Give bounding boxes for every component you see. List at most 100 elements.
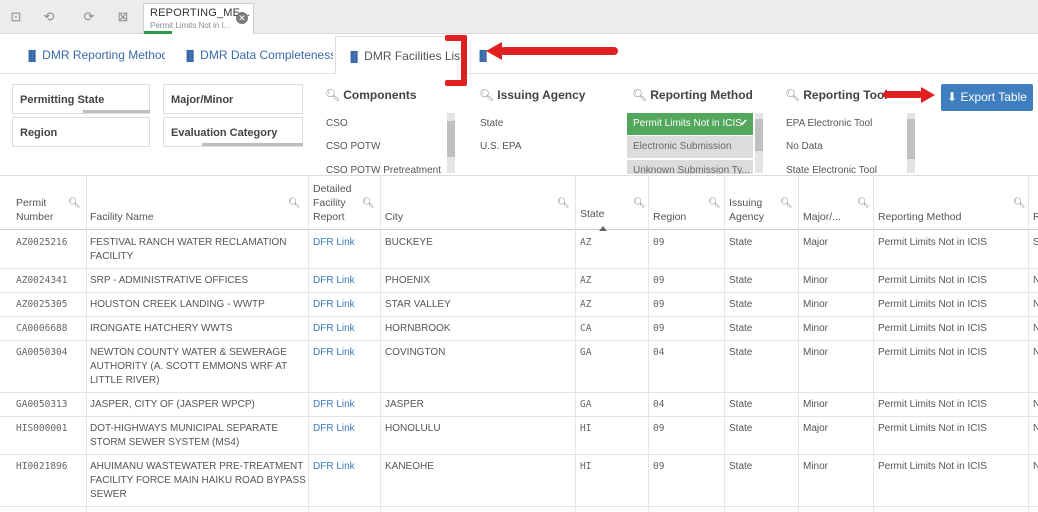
reporting-tool-title: 🔍︎ Reporting Tool: [785, 88, 888, 102]
list-item[interactable]: State: [474, 113, 604, 135]
search-icon[interactable]: 🔍︎: [785, 88, 800, 102]
clear-selections-icon[interactable]: ⊠: [114, 8, 132, 26]
cell-major-minor: Minor: [803, 399, 829, 410]
sheet-tabs: ▐▌ DMR Reporting Method ▐▌ DMR Data Comple…: [0, 36, 1038, 74]
table-row[interactable]: GA0050313 JASPER, CITY OF (JASPER WPCP) DF…: [0, 393, 1038, 417]
list-item[interactable]: CSO POTW Pretreatment: [320, 160, 445, 174]
dfr-link[interactable]: DFR Link: [313, 274, 355, 288]
search-icon[interactable]: 🔍︎: [708, 198, 721, 209]
cell-reporting-tool: N: [1033, 275, 1038, 286]
cell-permit-number: GA0050313: [16, 399, 68, 410]
table-row[interactable]: IA0053342SHERWOOD FORESTDFR LinkOKOBOJII…: [0, 507, 1038, 512]
bar-chart-icon: ▐▌: [347, 52, 362, 63]
cell-reporting-method: Permit Limits Not in ICIS: [878, 299, 987, 310]
filter-permitting-state[interactable]: Permitting State: [12, 84, 150, 114]
col-detailed-facility-report[interactable]: Detailed Facility Report: [313, 182, 352, 224]
list-item[interactable]: CSO: [320, 113, 445, 135]
close-icon[interactable]: ✕: [236, 12, 248, 24]
dfr-link[interactable]: DFR Link: [313, 460, 355, 474]
column-separator: [86, 175, 87, 512]
cell-reporting-method: Permit Limits Not in ICIS: [878, 323, 987, 334]
facility-name-line: SEWER: [90, 489, 127, 500]
col-region[interactable]: Region: [653, 210, 686, 224]
cell-city: STAR VALLEY: [385, 299, 451, 310]
step-back-icon[interactable]: ⟲: [40, 8, 58, 26]
reporting-method-scrollbar[interactable]: [755, 113, 763, 173]
filter-evaluation-category[interactable]: Evaluation Category: [163, 117, 303, 147]
step-forward-icon[interactable]: ⟳: [80, 8, 98, 26]
filter-region[interactable]: Region: [12, 117, 150, 147]
search-icon[interactable]: 🔍︎: [857, 198, 870, 209]
smart-search-icon[interactable]: ⊡: [7, 8, 25, 26]
cell-region: 04: [653, 399, 665, 410]
reporting-tool-scrollbar[interactable]: [907, 113, 915, 173]
cell-permit-number: GA0050304: [16, 347, 68, 358]
column-separator: [648, 175, 649, 512]
cell-state: CA: [580, 323, 592, 334]
facility-name-line: FESTIVAL RANCH WATER RECLAMATION: [90, 237, 287, 248]
filter-major-minor[interactable]: Major/Minor: [163, 84, 303, 114]
dfr-link[interactable]: DFR Link: [313, 398, 355, 412]
cell-issuing-agency: State: [729, 323, 753, 334]
search-icon[interactable]: 🔍︎: [632, 88, 647, 102]
cell-city: HONOLULU: [385, 423, 441, 434]
cell-reporting-method: Permit Limits Not in ICIS: [878, 461, 987, 472]
table-row[interactable]: HI0021896 AHUIMANU WASTEWATER PRE-TREATME…: [0, 455, 1038, 507]
dfr-link[interactable]: DFR Link: [313, 298, 355, 312]
cell-permit-number: HIS000001: [16, 423, 68, 434]
list-item-alternative[interactable]: Electronic Submission: [627, 136, 753, 158]
col-facility-name[interactable]: Facility Name: [90, 210, 154, 224]
table-row[interactable]: AZ0025305 HOUSTON CREEK LANDING - WWTP DFR…: [0, 293, 1038, 317]
search-icon[interactable]: 🔍︎: [1013, 198, 1026, 209]
top-toolbar: ⊡ ⟲ ⟳ ⊠ REPORTING_ME... Permit Limits No…: [0, 0, 1038, 34]
list-item[interactable]: CSO POTW: [320, 136, 445, 158]
cell-state: GA: [580, 399, 592, 410]
bar-chart-icon: ▐▌: [25, 51, 40, 62]
dfr-link[interactable]: DFR Link: [313, 322, 355, 336]
dfr-link[interactable]: DFR Link: [313, 346, 355, 360]
tab-dmr-reporting-method[interactable]: ▐▌ DMR Reporting Method: [25, 36, 165, 74]
search-icon[interactable]: 🔍︎: [479, 88, 494, 102]
col-issuing-agency[interactable]: Issuing Agency: [729, 196, 764, 224]
dfr-link[interactable]: DFR Link: [313, 422, 355, 436]
search-icon[interactable]: 🔍︎: [633, 198, 646, 209]
cell-city: HORNBROOK: [385, 323, 451, 334]
list-item[interactable]: No Data: [780, 136, 902, 158]
cell-region: 09: [653, 423, 665, 434]
table-row[interactable]: AZ0025216 FESTIVAL RANCH WATER RECLAMATIO…: [0, 231, 1038, 269]
search-icon[interactable]: 🔍︎: [557, 198, 570, 209]
cell-facility-name: JASPER, CITY OF (JASPER WPCP): [90, 398, 255, 412]
current-selection-tab[interactable]: REPORTING_ME... Permit Limits Not in I..…: [143, 3, 254, 34]
col-city[interactable]: City: [385, 210, 403, 224]
table-row[interactable]: GA0050304 NEWTON COUNTY WATER & SEWERAGE A…: [0, 341, 1038, 393]
tab-dmr-data-completeness[interactable]: ▐▌ DMR Data Completeness: [183, 36, 333, 74]
search-icon[interactable]: 🔍︎: [68, 198, 81, 209]
col-permit-number[interactable]: Permit Number: [16, 196, 53, 224]
tab-dmr-facilities-list[interactable]: ▐▌ DMR Facilities List: [335, 36, 463, 74]
col-state[interactable]: State: [580, 207, 605, 221]
components-scrollbar[interactable]: [447, 113, 455, 173]
list-item-selected[interactable]: Permit Limits Not in ICIS ✔: [627, 113, 753, 135]
list-item[interactable]: U.S. EPA: [474, 136, 604, 158]
list-item[interactable]: EPA Electronic Tool: [780, 113, 902, 135]
col-major-minor[interactable]: Major/...: [803, 210, 841, 224]
facility-name-line: IRONGATE HATCHERY WWTS: [90, 323, 233, 334]
list-item[interactable]: State Electronic Tool: [780, 160, 902, 174]
search-icon[interactable]: 🔍︎: [325, 88, 340, 102]
dfr-link[interactable]: DFR Link: [313, 236, 355, 250]
table-row[interactable]: AZ0024341 SRP - ADMINISTRATIVE OFFICES DFR…: [0, 269, 1038, 293]
search-icon[interactable]: 🔍︎: [288, 198, 301, 209]
list-item-alternative[interactable]: Unknown Submission Ty...: [627, 160, 753, 174]
table-row[interactable]: HIS000001 DOT-HIGHWAYS MUNICIPAL SEPARATE…: [0, 417, 1038, 455]
search-icon[interactable]: 🔍︎: [362, 198, 375, 209]
cell-permit-number: AZ0024341: [16, 275, 68, 286]
export-table-button[interactable]: ⬇︎ Export Table: [941, 84, 1033, 111]
cell-major-minor: Minor: [803, 461, 829, 472]
col-reporting-method[interactable]: Reporting Method: [878, 210, 961, 224]
cell-issuing-agency: State: [729, 399, 753, 410]
cell-state: GA: [580, 347, 592, 358]
table-row[interactable]: CA0006688 IRONGATE HATCHERY WWTS DFR Link H…: [0, 317, 1038, 341]
search-icon[interactable]: 🔍︎: [780, 198, 793, 209]
col-reporting-tool[interactable]: R: [1033, 210, 1038, 224]
facility-name-line: FACILITY FORCE MAIN HAIKU ROAD BYPASS: [90, 475, 306, 486]
